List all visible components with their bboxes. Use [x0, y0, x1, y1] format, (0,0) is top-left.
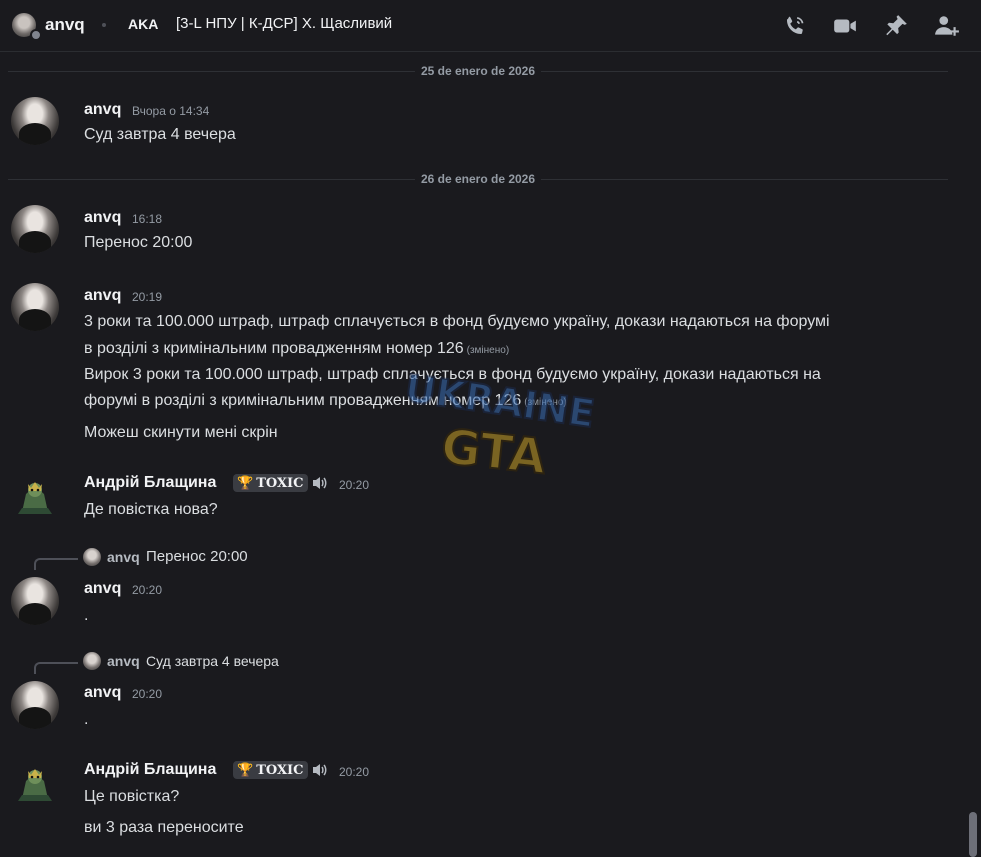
header-username[interactable]: anvq [45, 15, 85, 35]
date-divider-label: 25 de enero de 2026 [414, 64, 542, 78]
server-tag-label: TOXIC [256, 475, 304, 491]
server-tag[interactable]: 🏆 TOXIC [233, 474, 309, 492]
server-tag[interactable]: 🏆 TOXIC [233, 761, 309, 779]
message-author[interactable]: anvq [84, 287, 121, 305]
date-divider: 25 de enero de 2026 [8, 64, 948, 78]
message-text: Це повістка? [84, 788, 180, 805]
message-timestamp: 16:18 [132, 212, 163, 226]
reply-author[interactable]: anvq [107, 549, 140, 565]
edited-label: (змінено) [524, 397, 567, 408]
message-author[interactable]: anvq [84, 209, 121, 227]
reply-connector [34, 558, 78, 570]
message-text-line: форумі в розділі з кримінальним провадже… [84, 392, 522, 409]
message-text: Перенос 20:00 [84, 234, 193, 251]
reply-author[interactable]: anvq [107, 653, 140, 669]
avatar[interactable] [12, 759, 58, 805]
message-text: . [84, 711, 89, 728]
date-divider: 26 de enero de 2026 [8, 172, 948, 186]
message-text: форумі в розділі з кримінальним провадже… [84, 388, 567, 416]
aka-label: AKA [128, 16, 159, 32]
message-timestamp: 20:20 [339, 478, 370, 492]
message-author[interactable]: anvq [84, 101, 121, 119]
channel-header: anvq AKA [3-L НПУ | К-ДСР] Х. Щасливий [0, 0, 981, 52]
scrollbar-thumb[interactable] [969, 812, 977, 857]
trophy-icon: 🏆 [237, 475, 254, 491]
message-text: Можеш скинути мені скрін [84, 424, 278, 441]
message-text: в розділі з кримінальним провадженням но… [84, 336, 509, 364]
aka-nickname: [3-L НПУ | К-ДСР] Х. Щасливий [176, 15, 393, 32]
video-icon[interactable] [832, 13, 858, 39]
message-author[interactable]: Андрій Блащина [84, 761, 216, 779]
avatar[interactable] [11, 283, 59, 331]
avatar[interactable] [11, 97, 59, 145]
scrollbar-track[interactable] [966, 55, 974, 857]
avatar[interactable] [11, 681, 59, 729]
message-text: . [84, 607, 89, 624]
message-timestamp: 20:19 [132, 290, 163, 304]
reply-preview[interactable]: Перенос 20:00 [146, 548, 248, 565]
add-friend-icon[interactable] [934, 13, 960, 39]
message-timestamp: 20:20 [339, 765, 370, 779]
message-text: ви 3 раза переносите [84, 819, 244, 836]
server-tag-label: TOXIC [256, 762, 304, 778]
reply-preview[interactable]: Суд завтра 4 вечера [146, 653, 279, 669]
watermark-line2: GTA [439, 419, 549, 482]
avatar[interactable] [11, 205, 59, 253]
message-text: 3 роки та 100.000 штраф, штраф сплачуєть… [84, 313, 830, 330]
message-text: Вирок 3 роки та 100.000 штраф, штраф спл… [84, 366, 821, 383]
message-timestamp: 20:20 [132, 583, 163, 597]
date-divider-label: 26 de enero de 2026 [414, 172, 542, 186]
reply-connector [34, 662, 78, 674]
message-text-line: в розділі з кримінальним провадженням но… [84, 340, 464, 357]
avatar[interactable] [12, 472, 58, 518]
message-text: Суд завтра 4 вечера [84, 126, 236, 143]
message-timestamp: Вчора о 14:34 [132, 104, 210, 118]
message-author[interactable]: Андрій Блащина [84, 474, 216, 492]
phone-icon[interactable] [782, 13, 808, 39]
message-author[interactable]: anvq [84, 684, 121, 702]
separator-dot [102, 23, 106, 27]
message-author[interactable]: anvq [84, 580, 121, 598]
status-indicator [30, 29, 42, 41]
trophy-icon: 🏆 [237, 762, 254, 778]
speaker-icon [311, 474, 329, 492]
message-timestamp: 20:20 [132, 687, 163, 701]
message-text: Де повістка нова? [84, 501, 218, 518]
pin-icon[interactable] [883, 13, 909, 39]
reply-avatar [83, 548, 101, 566]
reply-avatar [83, 652, 101, 670]
speaker-icon [311, 761, 329, 779]
avatar[interactable] [11, 577, 59, 625]
edited-label: (змінено) [466, 345, 510, 356]
